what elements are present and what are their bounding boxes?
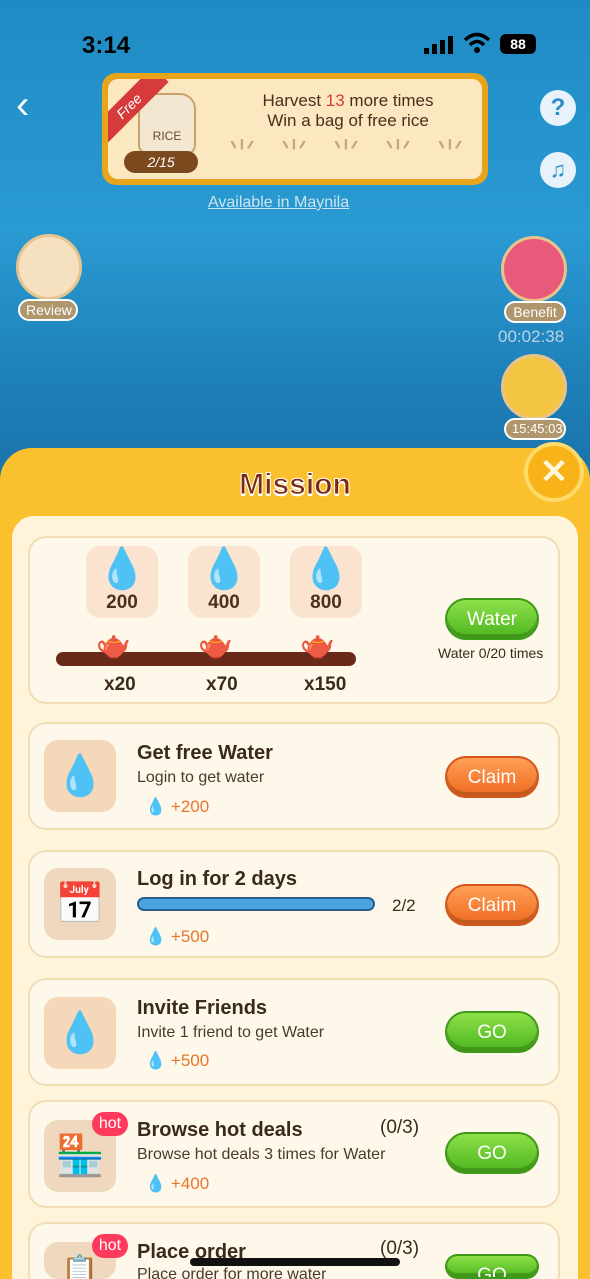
task-title: Invite Friends bbox=[137, 997, 268, 1019]
go-button[interactable]: GO bbox=[445, 1132, 539, 1174]
task-subtitle: Place order for more water bbox=[137, 1266, 327, 1279]
watering-can-icon: 🫖 bbox=[96, 629, 131, 660]
weather-timer: 15:45:03 bbox=[504, 418, 566, 440]
water-drop-icon: 💧 bbox=[97, 547, 147, 591]
wifi-icon bbox=[463, 32, 491, 53]
availability-link[interactable]: Available in Maynila bbox=[208, 194, 349, 212]
claim-button[interactable]: Claim bbox=[445, 756, 539, 798]
watering-can-icon: 🫖 bbox=[300, 629, 335, 660]
task-reward: 💧 +500 bbox=[145, 1051, 210, 1070]
hot-badge: hot bbox=[92, 1112, 128, 1136]
wheat-icon: ⺌ bbox=[331, 138, 361, 171]
wheat-icon: ⺌ bbox=[227, 138, 257, 171]
water-status: Water 0/20 times bbox=[438, 645, 544, 661]
benefit-timer: 00:02:38 bbox=[498, 327, 565, 346]
battery-indicator: 88 bbox=[500, 34, 536, 54]
go-button[interactable]: GO bbox=[445, 1254, 539, 1279]
water-drop-icon: 💧 bbox=[145, 797, 167, 816]
milestone-400: 💧 400 bbox=[188, 546, 260, 618]
calendar-check-icon: 📅 bbox=[44, 868, 116, 940]
milestone-times: x70 bbox=[206, 674, 238, 695]
review-label[interactable]: Review bbox=[18, 299, 78, 321]
home-indicator bbox=[190, 1258, 400, 1266]
harvest-banner[interactable]: RICE Free 2/15 Harvest 13 more times Win… bbox=[102, 73, 488, 185]
wheat-icon: ⺌ bbox=[383, 138, 413, 171]
milestone-times: x20 bbox=[104, 674, 136, 695]
milestone-200: 💧 200 bbox=[86, 546, 158, 618]
water-button[interactable]: Water bbox=[445, 598, 539, 640]
task-title: Get free Water bbox=[137, 742, 273, 764]
water-drops-icon: 💧 bbox=[301, 547, 351, 591]
claim-button[interactable]: Claim bbox=[445, 884, 539, 926]
task-reward: 💧 +400 bbox=[145, 1174, 210, 1193]
task-subtitle: Browse hot deals 3 times for Water bbox=[137, 1146, 386, 1163]
go-button[interactable]: GO bbox=[445, 1011, 539, 1053]
water-drop-icon: 💧 bbox=[145, 1051, 167, 1070]
task-subtitle: Invite 1 friend to get Water bbox=[137, 1024, 325, 1041]
watering-can-icon: 🫖 bbox=[198, 629, 233, 660]
task-title: Log in for 2 days bbox=[137, 868, 298, 890]
water-drop-icon: 💧 bbox=[145, 927, 167, 946]
wheat-icon: ⺌ bbox=[435, 138, 465, 171]
task-reward: 💧 +200 bbox=[145, 797, 210, 816]
music-icon[interactable]: ♫ bbox=[540, 152, 576, 188]
back-chevron-icon[interactable]: ‹ bbox=[16, 85, 56, 125]
review-icon[interactable] bbox=[16, 234, 82, 300]
benefit-label[interactable]: Benefit bbox=[504, 301, 566, 323]
task-title: Browse hot deals bbox=[137, 1119, 303, 1141]
task-reward: 💧 +500 bbox=[145, 927, 210, 946]
task-count: (0/3) bbox=[380, 1238, 420, 1259]
harvest-line-2: Win a bag of free rice bbox=[267, 111, 429, 130]
login-progress-text: 2/2 bbox=[392, 896, 416, 915]
close-icon[interactable]: ✕ bbox=[524, 442, 584, 502]
bag-progress: 2/15 bbox=[124, 151, 198, 173]
milestone-times: x150 bbox=[304, 674, 347, 695]
help-icon[interactable]: ? bbox=[540, 90, 576, 126]
harvest-line-1: Harvest 13 more times bbox=[262, 91, 434, 110]
login-progress-bar bbox=[137, 897, 375, 911]
water-drops-icon: 💧 bbox=[44, 997, 116, 1069]
task-count: (0/3) bbox=[380, 1117, 420, 1138]
water-drops-icon: 💧 bbox=[199, 547, 249, 591]
water-drop-icon: 💧 bbox=[145, 1174, 167, 1193]
mission-title: Mission bbox=[239, 468, 352, 502]
hot-badge: hot bbox=[92, 1234, 128, 1258]
milestone-800: 💧 800 bbox=[290, 546, 362, 618]
task-subtitle: Login to get water bbox=[137, 769, 265, 786]
wheat-icon: ⺌ bbox=[279, 138, 309, 171]
status-time: 3:14 bbox=[82, 32, 131, 59]
cellular-signal-icon bbox=[424, 36, 453, 54]
gift-icon[interactable] bbox=[501, 236, 567, 302]
water-drop-icon: 💧 bbox=[44, 740, 116, 812]
weather-icon[interactable] bbox=[501, 354, 567, 420]
